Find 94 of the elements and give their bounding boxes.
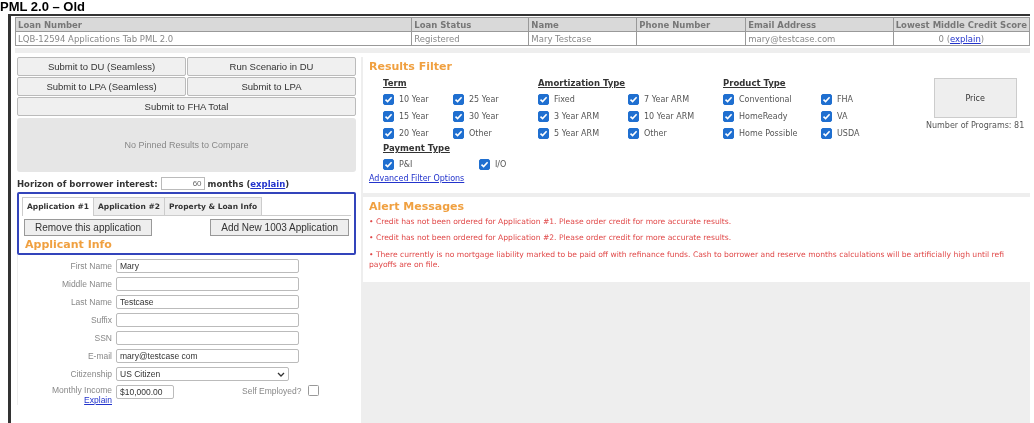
checkbox-label: Home Possible [739, 129, 798, 138]
checkbox-label: HomeReady [739, 112, 788, 121]
table-cell: Registered [411, 31, 529, 46]
section-title: Results Filter [369, 60, 453, 73]
checkbox[interactable] [383, 94, 394, 105]
checkbox[interactable] [383, 128, 394, 139]
checkbox-label: I/O [495, 160, 507, 169]
horizon-field[interactable]: 60 [160, 177, 205, 190]
input-field[interactable]: Testcase [116, 295, 299, 309]
input-field[interactable]: mary@testcase com [116, 349, 299, 363]
checkbox-label: 7 Year ARM [644, 95, 690, 104]
section-title: Alert Messages [369, 200, 466, 213]
checkbox-label: 3 Year ARM [554, 112, 600, 121]
checkbox[interactable] [821, 94, 832, 105]
checkbox-label: FHA [837, 95, 854, 104]
table-cell: LQB-12594 Applications Tab PML 2.0 [15, 31, 412, 46]
section-title: Applicant Info [25, 238, 113, 251]
checkbox[interactable] [307, 385, 319, 396]
checkbox-label: 25 Year [469, 95, 499, 104]
advanced-filter-link[interactable]: Advanced Filter Options [369, 174, 465, 183]
field-label: Monthly Income [52, 385, 112, 395]
checkbox[interactable] [628, 128, 639, 139]
field-label: SSN [93, 332, 112, 343]
group-title: Term [383, 78, 408, 88]
checkbox-label: VA [837, 112, 848, 121]
application-button[interactable]: Remove this application [24, 219, 153, 236]
checkbox-label: Other [469, 129, 492, 138]
checkbox[interactable] [479, 159, 490, 170]
submit-button[interactable]: Run Scenario in DU [187, 57, 356, 76]
checkbox[interactable] [453, 111, 464, 122]
submit-button[interactable]: Submit to FHA Total [17, 97, 356, 116]
input-field[interactable]: Mary [116, 259, 299, 273]
price-button[interactable]: Price [933, 78, 1017, 118]
checkbox[interactable] [628, 111, 639, 122]
column-header: Name [528, 17, 637, 32]
checkbox[interactable] [453, 128, 464, 139]
checkbox[interactable] [538, 128, 549, 139]
checkbox-label: USDA [837, 129, 860, 138]
months-label: months (explain) [207, 178, 290, 189]
checkbox-label: Conventional [739, 95, 792, 104]
column-header: Loan Number [15, 17, 412, 32]
programs-count: Number of Programs: 81 [926, 121, 1025, 130]
checkbox-label: P&I [399, 160, 413, 169]
application-button[interactable]: Add New 1003 Application [210, 219, 349, 236]
checkbox-label: 15 Year [399, 112, 429, 121]
checkbox-label: Other [644, 129, 667, 138]
explain-link[interactable]: Explain [84, 395, 112, 405]
checkbox[interactable] [723, 128, 734, 139]
table-cell: mary@testcase.com [745, 31, 894, 46]
checkbox[interactable] [723, 111, 734, 122]
checkbox[interactable] [538, 111, 549, 122]
field-label: Last Name [69, 296, 112, 307]
input-field[interactable] [116, 331, 299, 345]
checkbox[interactable] [723, 94, 734, 105]
select-field[interactable]: US Citizen [116, 367, 289, 381]
checkbox-label: 10 Year ARM [644, 112, 695, 121]
input-field[interactable] [116, 277, 299, 291]
checkbox[interactable] [821, 111, 832, 122]
page-title: PML 2.0 – Old [0, 0, 85, 14]
column-header: Phone Number [636, 17, 746, 32]
checkbox-label: 20 Year [399, 129, 429, 138]
field-label: Middle Name [60, 278, 112, 289]
input-field[interactable]: $10,000.00 [116, 385, 174, 399]
checkbox-label: Fixed [554, 95, 575, 104]
table-cell: 0 (explain) [893, 31, 1030, 46]
field-label: E-mail [86, 350, 112, 361]
column-header: Loan Status [411, 17, 529, 32]
horizon-label: Horizon of borrower interest: [17, 178, 158, 189]
checkbox[interactable] [383, 111, 394, 122]
explain-link[interactable]: explain [250, 178, 286, 189]
checkbox-label: 10 Year [399, 95, 429, 104]
chevron-down-icon [277, 371, 285, 377]
checkbox[interactable] [453, 94, 464, 105]
pinned-results-panel: No Pinned Results to Compare [17, 118, 356, 172]
checkbox[interactable] [383, 159, 394, 170]
checkbox[interactable] [628, 94, 639, 105]
submit-button[interactable]: Submit to LPA [187, 77, 356, 96]
field-label: Suffix [89, 314, 112, 325]
checkbox-label: 5 Year ARM [554, 129, 600, 138]
field-label: Citizenship [69, 368, 112, 379]
group-title: Product Type [723, 78, 787, 88]
group-title: Amortization Type [538, 78, 627, 88]
checkbox-label: 30 Year [469, 112, 499, 121]
submit-button[interactable]: Submit to LPA (Seamless) [17, 77, 186, 96]
input-field[interactable] [116, 313, 299, 327]
submit-button[interactable]: Submit to DU (Seamless) [17, 57, 186, 76]
checkbox-label: Self Employed? [242, 385, 302, 396]
column-header: Email Address [745, 17, 894, 32]
column-header: Lowest Middle Credit Score [893, 17, 1030, 32]
checkbox[interactable] [821, 128, 832, 139]
group-title: Payment Type [383, 143, 451, 153]
field-label: First Name [69, 260, 112, 271]
checkbox[interactable] [538, 94, 549, 105]
table-cell: Mary Testcase [528, 31, 637, 46]
